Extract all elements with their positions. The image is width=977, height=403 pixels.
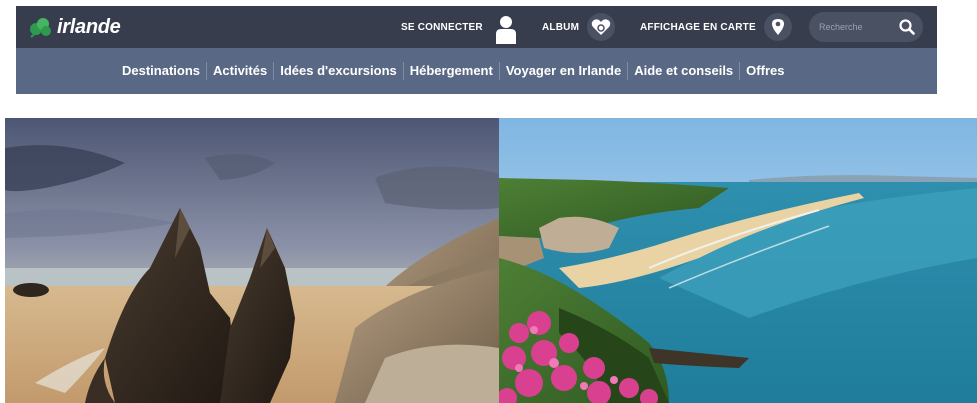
nav-item-destinations[interactable]: Destinations: [116, 62, 208, 80]
login-link[interactable]: SE CONNECTER: [401, 6, 521, 48]
nav-item-offres[interactable]: Offres: [740, 62, 790, 80]
search-icon[interactable]: [895, 15, 919, 39]
login-label: SE CONNECTER: [401, 21, 483, 33]
nav-item-aide-conseils[interactable]: Aide et conseils: [628, 62, 741, 80]
map-pin-icon: [763, 13, 792, 41]
main-nav: Destinations Activités Idées d'excursion…: [16, 48, 937, 94]
shamrock-icon: [30, 18, 51, 38]
map-view-label: AFFICHAGE EN CARTE: [640, 21, 756, 33]
site-logo[interactable]: irlande: [28, 15, 121, 39]
album-link[interactable]: ALBUM: [542, 6, 616, 48]
sea-stacks-beach-image[interactable]: [5, 118, 499, 403]
nav-item-activites[interactable]: Activités: [207, 62, 275, 80]
top-bar: irlande SE CONNECTER ALBUM AFFICHAGE EN …: [16, 6, 937, 48]
user-icon: [491, 10, 521, 44]
nav-item-hebergement[interactable]: Hébergement: [404, 62, 500, 80]
site-header: irlande SE CONNECTER ALBUM AFFICHAGE EN …: [16, 6, 937, 94]
heart-icon: [587, 13, 616, 41]
coastal-cliffs-image[interactable]: [499, 118, 977, 403]
brand-name: irlande: [57, 15, 121, 38]
nav-list: Destinations Activités Idées d'excursion…: [116, 48, 790, 94]
search-box: [809, 12, 923, 42]
nav-item-voyager[interactable]: Voyager en Irlande: [500, 62, 629, 80]
map-view-link[interactable]: AFFICHAGE EN CARTE: [640, 6, 792, 48]
album-label: ALBUM: [542, 21, 580, 33]
nav-item-idees-excursions[interactable]: Idées d'excursions: [274, 62, 404, 80]
search-input[interactable]: [819, 22, 891, 32]
